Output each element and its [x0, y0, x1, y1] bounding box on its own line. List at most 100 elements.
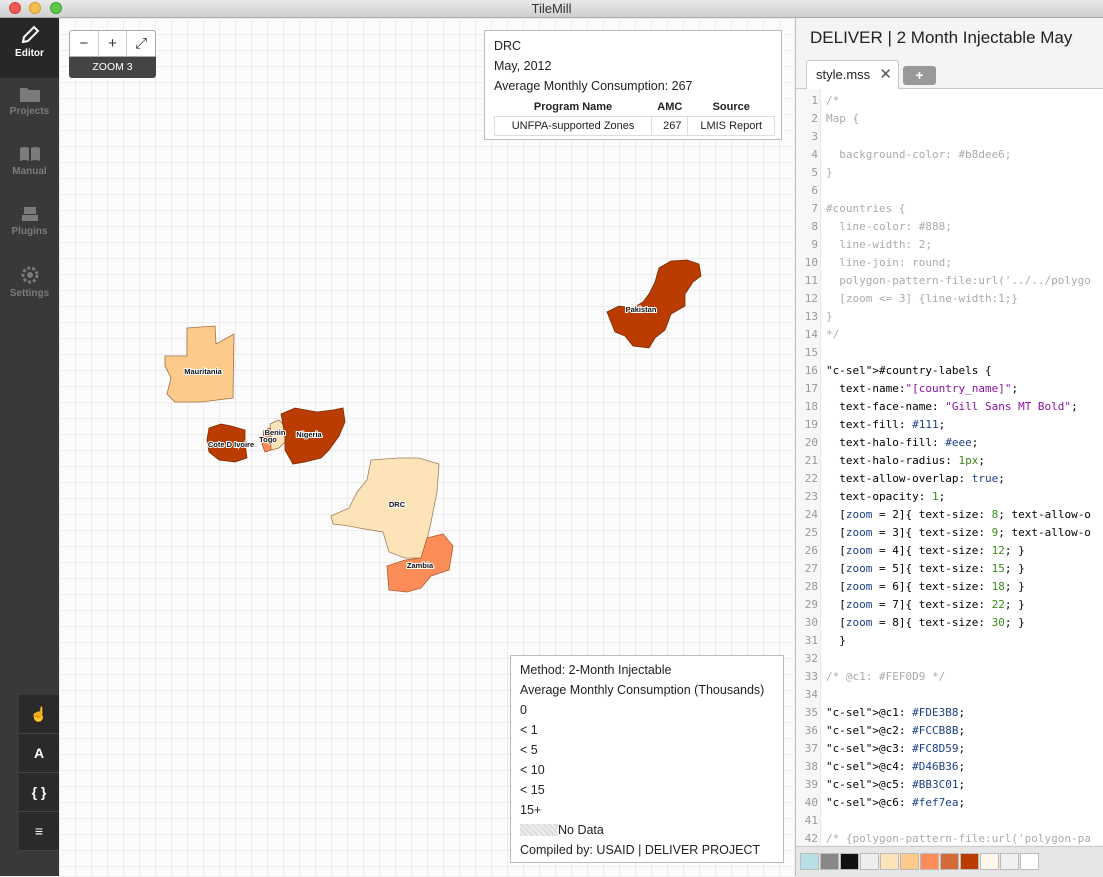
legend-method: Method: 2-Month Injectable — [520, 663, 672, 677]
code-line[interactable]: 17 text-name:"[country_name]"; — [796, 380, 1018, 398]
code-line[interactable]: 27 [zoom = 5]{ text-size: 15; } — [796, 560, 1025, 578]
color-swatch[interactable] — [1020, 853, 1039, 870]
sidebar-item-label: Settings — [9, 288, 50, 299]
code-line[interactable]: 37 "c-sel">@c3: #FC8D59; — [796, 740, 965, 758]
tooltip-table: Program Name AMC Source UNFPA-supported … — [493, 98, 775, 136]
code-line[interactable]: 15 — [796, 344, 826, 362]
code-editor[interactable]: 1/* 2 Map {3 4 background-color: #b8dee6; 5}… — [796, 89, 1103, 845]
country-mauritania[interactable] — [164, 325, 235, 403]
color-swatch[interactable] — [880, 853, 899, 870]
fullscreen-icon[interactable]: ⤢ — [127, 31, 155, 56]
color-swatch[interactable] — [960, 853, 979, 870]
table-cell: UNFPA-supported Zones — [493, 116, 653, 136]
color-swatch[interactable] — [920, 853, 939, 870]
sidebar-item-editor[interactable]: Editor — [0, 18, 59, 78]
country-label-cote-divoire: Cote D Ivoire — [208, 440, 254, 449]
code-line[interactable]: 14 */ — [796, 326, 840, 344]
sidebar-item-plugins[interactable]: Plugins — [0, 198, 59, 258]
color-swatch[interactable] — [860, 853, 879, 870]
code-line[interactable]: 16 "c-sel">#country-labels { — [796, 362, 992, 380]
tooltip-date: May, 2012 — [494, 59, 552, 73]
code-line[interactable]: 30 [zoom = 8]{ text-size: 30; } — [796, 614, 1025, 632]
line-number: 42 — [804, 832, 818, 845]
code-line[interactable]: 29 [zoom = 7]{ text-size: 22; } — [796, 596, 1025, 614]
line-number: 10 — [804, 256, 818, 269]
code-line[interactable]: 10 line-join: round; — [796, 254, 952, 272]
line-number: 5 — [811, 166, 818, 179]
code-line[interactable]: 42/* {polygon-pattern-file:url('polygon-… — [796, 830, 1091, 845]
color-swatch[interactable] — [800, 853, 819, 870]
code-line[interactable]: 26 [zoom = 4]{ text-size: 12; } — [796, 542, 1025, 560]
tab-style-mss[interactable]: style.mss ✕ — [806, 60, 899, 89]
code-line[interactable]: 33/* @c1: #FEF0D9 */ — [796, 668, 945, 686]
line-number: 19 — [804, 418, 818, 431]
tab-label: style.mss — [816, 67, 871, 82]
map-legend: Method: 2-Month Injectable Average Month… — [510, 655, 784, 863]
code-line[interactable]: 23 text-opacity: 1; — [796, 488, 945, 506]
code-line[interactable]: 32 — [796, 650, 826, 668]
code-line[interactable]: 8 line-color: #888; — [796, 218, 951, 236]
add-stylesheet-button[interactable]: + — [903, 66, 936, 85]
code-line[interactable]: 28 [zoom = 6]{ text-size: 18; } — [796, 578, 1025, 596]
window-title: TileMill — [531, 1, 572, 16]
code-line[interactable]: 3 — [796, 128, 826, 146]
color-palette — [796, 846, 1103, 877]
code-line[interactable]: 34 — [796, 686, 826, 704]
layers-icon[interactable]: ≡ — [19, 812, 59, 851]
code-line[interactable]: 25 [zoom = 3]{ text-size: 9; text-allow-… — [796, 524, 1091, 542]
color-swatch[interactable] — [900, 853, 919, 870]
sidebar-item-projects[interactable]: Projects — [0, 78, 59, 138]
color-swatch[interactable] — [940, 853, 959, 870]
code-line[interactable]: 19 text-fill: #111; — [796, 416, 945, 434]
line-number: 16 — [804, 364, 818, 377]
color-swatch[interactable] — [980, 853, 999, 870]
line-number: 12 — [804, 292, 818, 305]
sidebar-item-settings[interactable]: Settings — [0, 258, 59, 318]
sidebar-item-label: Plugins — [11, 226, 48, 237]
line-number: 26 — [804, 544, 818, 557]
code-line[interactable]: 38 "c-sel">@c4: #D46B36; — [796, 758, 965, 776]
code-line[interactable]: 22 text-allow-overlap: true; — [796, 470, 1005, 488]
color-swatch[interactable] — [840, 853, 859, 870]
sidebar-item-manual[interactable]: Manual — [0, 138, 59, 198]
code-line[interactable]: 21 text-halo-radius: 1px; — [796, 452, 985, 470]
code-line[interactable]: 4 background-color: #b8dee6; — [796, 146, 1011, 164]
line-number: 23 — [804, 490, 818, 503]
code-line[interactable]: 40 "c-sel">@c6: #fef7ea; — [796, 794, 965, 812]
code-line[interactable]: 31 } — [796, 632, 846, 650]
legend-class: 0 — [520, 703, 527, 717]
legend-subtitle: Average Monthly Consumption (Thousands) — [520, 683, 765, 697]
no-data-swatch — [520, 824, 558, 836]
gear-icon — [21, 266, 38, 284]
code-line[interactable]: 2 Map { — [796, 110, 859, 128]
close-tab-icon[interactable]: ✕ — [879, 65, 892, 83]
braces-icon[interactable]: { } — [19, 773, 59, 812]
code-line[interactable]: 7 #countries { — [796, 200, 905, 218]
zoom-in-button[interactable]: + — [99, 31, 128, 56]
code-line[interactable]: 24 [zoom = 2]{ text-size: 8; text-allow-… — [796, 506, 1091, 524]
code-line[interactable]: 12 [zoom <= 3] {line-width:1;} — [796, 290, 1018, 308]
code-line[interactable]: 5} — [796, 164, 832, 182]
map-canvas[interactable]: Pakistan Mauritania Benin Togo Nigeria C… — [59, 18, 794, 876]
country-label-nigeria: Nigeria — [296, 430, 322, 439]
color-swatch[interactable] — [1000, 853, 1019, 870]
code-line[interactable]: 39 "c-sel">@c5: #BB3C01; — [796, 776, 965, 794]
country-drc[interactable] — [330, 457, 440, 559]
code-line[interactable]: 35 "c-sel">@c1: #FDE3B8; — [796, 704, 965, 722]
code-line[interactable]: 20 text-halo-fill: #eee; — [796, 434, 979, 452]
color-swatch[interactable] — [820, 853, 839, 870]
code-line[interactable]: 6 — [796, 182, 826, 200]
code-line[interactable]: 9 line-width: 2; — [796, 236, 932, 254]
pencil-icon — [21, 25, 39, 44]
code-line[interactable]: 13} — [796, 308, 833, 326]
code-line[interactable]: 18 text-face-name: "Gill Sans MT Bold"; — [796, 398, 1078, 416]
code-line[interactable]: 41 — [796, 812, 826, 830]
code-line[interactable]: 1/* — [796, 92, 839, 110]
country-pakistan[interactable] — [606, 259, 702, 349]
code-line[interactable]: 36 "c-sel">@c2: #FCCB8B; — [796, 722, 965, 740]
code-line[interactable]: 11 polygon-pattern-file:url('../../polyg… — [796, 272, 1091, 290]
zoom-out-button[interactable]: − — [70, 31, 99, 56]
hand-pointer-icon[interactable]: ☝ — [19, 695, 59, 734]
line-number: 33 — [804, 670, 818, 683]
font-icon[interactable]: A — [19, 734, 59, 773]
